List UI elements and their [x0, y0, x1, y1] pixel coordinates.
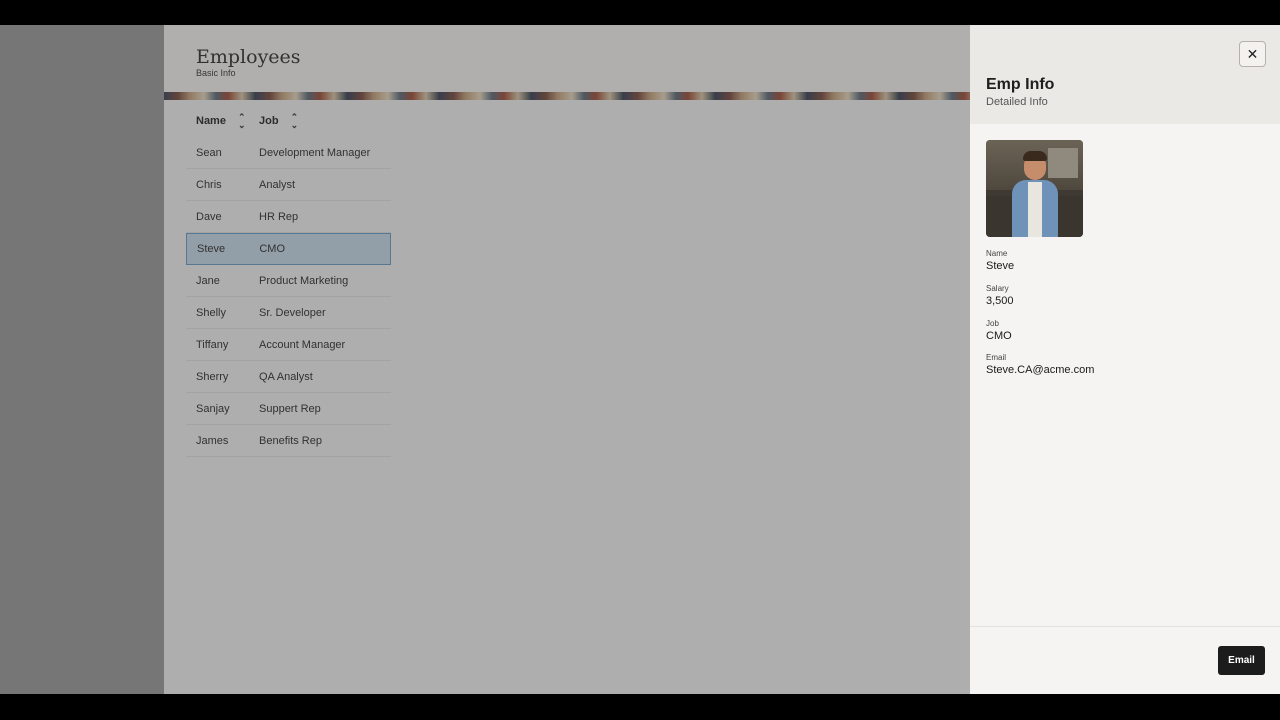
field-name: Name Steve: [986, 249, 1014, 272]
cell-name: Sean: [196, 146, 222, 159]
table-row[interactable]: Chris Analyst: [186, 169, 391, 201]
cell-job: Benefits Rep: [259, 434, 322, 447]
cell-name: James: [196, 434, 229, 447]
cell-name: Chris: [196, 178, 222, 191]
drawer-header: ✕ Emp Info Detailed Info: [970, 25, 1280, 124]
app-stage: Employees Basic Info Name ⌃ ⌄ Job ⌃ ⌄ Sean…: [0, 25, 1280, 694]
cell-job: Product Marketing: [259, 274, 349, 287]
email-button[interactable]: Email: [1218, 646, 1265, 675]
page-subtitle: Basic Info: [196, 68, 236, 78]
drawer-footer: Email: [970, 626, 1280, 694]
close-button[interactable]: ✕: [1239, 41, 1266, 67]
field-value: Steve: [986, 260, 1015, 272]
table-row[interactable]: Tiffany Account Manager: [186, 329, 391, 361]
cell-name: Steve: [197, 243, 226, 255]
field-label: Salary: [986, 284, 1009, 293]
table-row[interactable]: James Benefits Rep: [186, 425, 391, 457]
cell-name: Jane: [196, 274, 220, 287]
drawer-title: Emp Info: [986, 76, 1055, 93]
cell-job: Suppert Rep: [259, 402, 321, 415]
sort-icon[interactable]: ⌃ ⌄: [238, 113, 246, 130]
field-salary: Salary 3,500: [986, 284, 1014, 307]
cell-name: Sanjay: [196, 402, 230, 415]
field-value: CMO: [986, 330, 1012, 342]
table-row[interactable]: Shelly Sr. Developer: [186, 297, 391, 329]
field-value: 3,500: [986, 295, 1014, 307]
page-header: Employees Basic Info: [164, 25, 970, 92]
table-row[interactable]: Sherry QA Analyst: [186, 361, 391, 393]
column-header-label: Name: [196, 115, 226, 127]
column-header-job[interactable]: Job ⌃ ⌄: [259, 113, 391, 130]
cell-job: Analyst: [259, 178, 296, 191]
drawer-subtitle: Detailed Info: [986, 96, 1048, 108]
table-row[interactable]: Dave HR Rep: [186, 201, 391, 233]
field-email: Email Steve.CA@acme.com: [986, 353, 1094, 376]
table-row[interactable]: Sanjay Suppert Rep: [186, 393, 391, 425]
cell-job: CMO: [259, 243, 286, 255]
employees-page: Employees Basic Info Name ⌃ ⌄ Job ⌃ ⌄ Sean…: [164, 25, 970, 694]
field-label: Email: [986, 353, 1007, 362]
column-header-name[interactable]: Name ⌃ ⌄: [186, 113, 259, 130]
cell-name: Sherry: [196, 370, 229, 383]
column-header-label: Job: [259, 115, 279, 127]
employee-photo: [986, 140, 1083, 237]
field-label: Name: [986, 249, 1008, 258]
close-icon: ✕: [1246, 45, 1259, 62]
cell-job: Account Manager: [259, 338, 346, 351]
table-body: Sean Development Manager Chris Analyst Dave H…: [186, 137, 391, 457]
field-label: Job: [986, 319, 999, 328]
cell-job: Sr. Developer: [259, 306, 326, 319]
cell-job: QA Analyst: [259, 370, 313, 383]
employees-table: Name ⌃ ⌄ Job ⌃ ⌄ Sean Development Manager Ch…: [186, 105, 391, 457]
table-row[interactable]: Jane Product Marketing: [186, 265, 391, 297]
cell-job: HR Rep: [259, 210, 299, 223]
field-value: Steve.CA@acme.com: [986, 364, 1095, 376]
sort-icon[interactable]: ⌃ ⌄: [291, 113, 299, 130]
cell-name: Dave: [196, 210, 222, 223]
table-header: Name ⌃ ⌄ Job ⌃ ⌄: [186, 105, 391, 137]
cell-name: Tiffany: [196, 338, 229, 351]
field-job: Job CMO: [986, 319, 1012, 342]
table-row[interactable]: Sean Development Manager: [186, 137, 391, 169]
cell-job: Development Manager: [259, 146, 371, 159]
page-title: Employees: [196, 46, 301, 68]
header-banner-image: [164, 92, 970, 100]
emp-info-drawer: ✕ Emp Info Detailed Info Name Steve Sala…: [970, 25, 1280, 694]
cell-name: Shelly: [196, 306, 226, 319]
table-row[interactable]: Steve CMO: [186, 233, 391, 265]
